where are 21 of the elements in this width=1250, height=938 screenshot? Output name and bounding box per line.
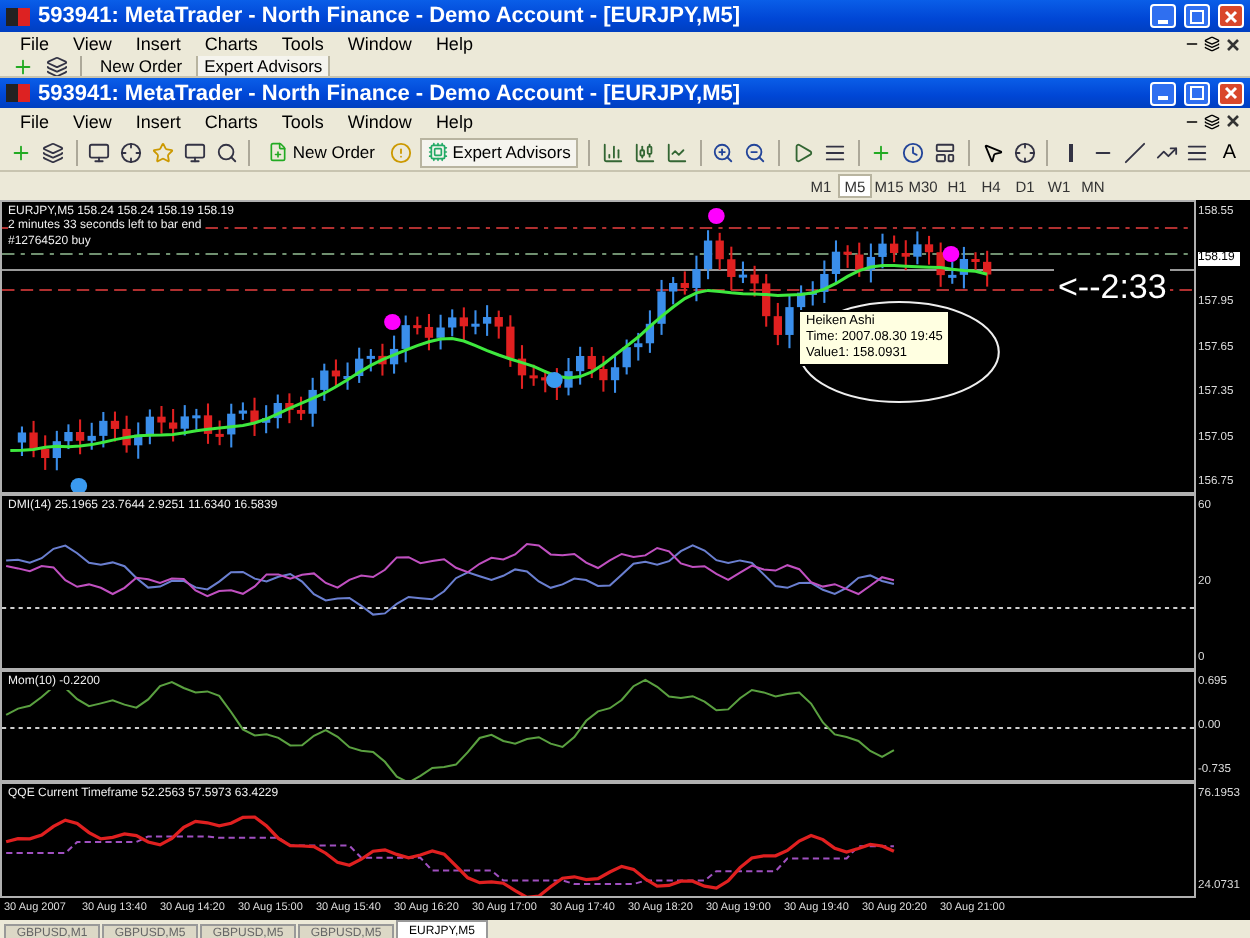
expert-advisors-button[interactable]: Expert Advisors (196, 56, 331, 76)
expert-advisors-button[interactable]: Expert Advisors (420, 137, 579, 167)
new-order-button[interactable]: New Order (92, 56, 191, 76)
menu-item[interactable]: Insert (123, 111, 193, 131)
menu-item[interactable]: File (8, 111, 62, 131)
text-tool-button[interactable]: A (1216, 141, 1242, 163)
menu-item[interactable]: Help (423, 34, 485, 54)
menu-item[interactable]: Charts (192, 34, 270, 54)
menu-item[interactable]: Tools (269, 111, 336, 131)
menu-item[interactable]: Window (335, 111, 424, 131)
window-title: 593941: MetaTrader - North Finance - Demo Account - [EURJPY,M5] (38, 81, 743, 105)
menu-item[interactable]: File (8, 34, 62, 54)
menu-item[interactable]: Charts (192, 111, 270, 131)
menu-item[interactable]: Help (423, 111, 485, 131)
menu-item[interactable]: Tools (269, 34, 336, 54)
menu-item[interactable]: View (61, 34, 124, 54)
new-order-button[interactable]: New Order (260, 137, 383, 167)
menu-item[interactable]: Insert (123, 34, 193, 54)
menu-item[interactable]: Window (335, 34, 424, 54)
window-title: 593941: MetaTrader - North Finance - Demo Account - [EURJPY,M5] (38, 4, 743, 28)
menu-item[interactable]: View (61, 111, 124, 131)
